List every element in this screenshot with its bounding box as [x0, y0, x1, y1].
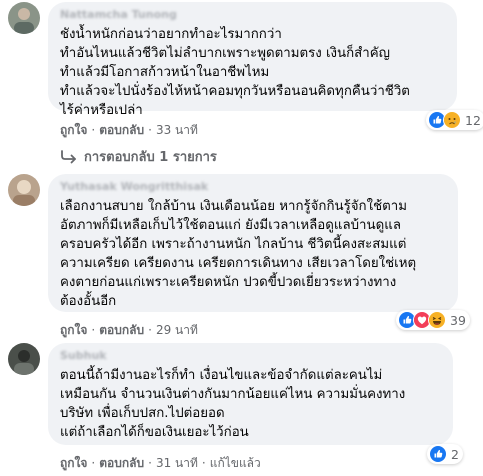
- reaction-count: 39: [450, 312, 466, 328]
- dot-separator: ·: [91, 456, 96, 470]
- like-button[interactable]: ถูกใจ: [60, 455, 87, 471]
- comment-text-line: ตอนนี้ถ้ามีงานอะไรก็ทำ เงื่อนไขและข้อจำก…: [60, 368, 383, 383]
- reply-arrow-icon: [60, 149, 78, 164]
- dot-separator: ·: [91, 323, 96, 337]
- avatar[interactable]: [8, 343, 40, 375]
- like-button[interactable]: ถูกใจ: [60, 322, 87, 338]
- avatar[interactable]: [8, 174, 40, 206]
- haha-reaction-icon: [428, 311, 446, 329]
- comment-text-line: ต้องอั้นอีก: [60, 294, 117, 309]
- reaction-count: 12: [465, 112, 481, 128]
- sad-reaction-icon: [443, 111, 461, 129]
- comment-author[interactable]: Subhuk: [60, 349, 441, 363]
- edited-label[interactable]: แก้ไขแล้ว: [210, 455, 261, 471]
- comment-actions: ถูกใจ · ตอบกลับ · 31 นาที · แก้ไขแล้ว: [60, 455, 261, 471]
- dot-separator: ·: [148, 123, 152, 137]
- comment-timestamp[interactable]: 33 นาที: [156, 122, 198, 138]
- comment-text-line: บริษัท เพื่อเก็บปสก.ไปต่อยอด: [60, 406, 225, 421]
- comment-author[interactable]: Nattamcha Tunong: [60, 8, 445, 22]
- reaction-badge[interactable]: 39: [396, 310, 470, 330]
- comment-text-line: คงตายก่อนแก่เพราะเครียดหนัก ปวดขี้ปวดเยี…: [60, 275, 397, 290]
- reply-button[interactable]: ตอบกลับ: [99, 455, 144, 471]
- reaction-badge[interactable]: 12: [426, 110, 483, 130]
- comment-text-line: เลือกงานสบาย ใกล้บ้าน เงินเดือนน้อย หากร…: [60, 199, 407, 214]
- comment-bubble: Yuthasak Wongritthisak เลือกงานสบาย ใกล้…: [48, 174, 458, 312]
- comment-text-line: ชังน้ำหนักก่อนว่าอยากทำอะไรมากกว่า: [60, 27, 282, 42]
- comment-timestamp[interactable]: 31 นาที: [156, 455, 198, 471]
- comment-bubble: Nattamcha Tunong ชังน้ำหนักก่อนว่าอยากทำ…: [48, 2, 457, 118]
- comment-text-line: ครอบครัวได้อีก เพราะถ้างานหนัก ไกลบ้าน ช…: [60, 237, 407, 252]
- dot-separator: ·: [148, 323, 152, 337]
- comment-text-line: ไร้ค่าหรือเปล่า: [60, 103, 143, 118]
- dot-separator: ·: [91, 123, 96, 137]
- comment-text-line: อัตภาพก็มีเหลือเก็บไว้ใช้ตอนแก่ ยังมีเวล…: [60, 218, 401, 233]
- reply-button[interactable]: ตอบกลับ: [99, 322, 144, 338]
- view-replies-label: การตอบกลับ 1 รายการ: [84, 150, 217, 165]
- comment-text-line: ความเครียด เครียดงาน เครียดการเดินทาง เส…: [60, 256, 417, 271]
- comment-author[interactable]: Yuthasak Wongritthisak: [60, 180, 446, 194]
- reaction-count: 2: [451, 446, 459, 462]
- dot-separator: ·: [201, 456, 206, 470]
- like-button[interactable]: ถูกใจ: [60, 122, 87, 138]
- comment-text-line: เหมือนกัน จำนวนเงินต่างกันมากน้อยแค่ไหน …: [60, 387, 406, 402]
- comment-text-line: ทำอันไหนแล้วชีวิตไม่ลำบากเพราะพูดตามตรง …: [60, 46, 390, 61]
- dot-separator: ·: [148, 456, 152, 470]
- comment-actions: ถูกใจ · ตอบกลับ · 33 นาที: [60, 122, 198, 138]
- view-replies-link[interactable]: การตอบกลับ 1 รายการ: [60, 146, 217, 167]
- comment-timestamp[interactable]: 29 นาที: [156, 322, 198, 338]
- comment-text-line: ทำแล้วจะไปนั่งร้องไห้หน้าคอมทุกวันหรือนอ…: [60, 84, 410, 99]
- like-reaction-icon: [429, 445, 447, 463]
- comment-text-line: แต่ถ้าเลือกได้ก็ขอเงินเยอะไว้ก่อน: [60, 425, 249, 440]
- avatar[interactable]: [8, 2, 40, 34]
- comment-text-line: ทำแล้วมีโอกาสก้าวหน้าในอาชีพไหม: [60, 65, 270, 80]
- comment-bubble: Subhuk ตอนนี้ถ้ามีงานอะไรก็ทำ เงื่อนไขแล…: [48, 343, 453, 445]
- comment-actions: ถูกใจ · ตอบกลับ · 29 นาที: [60, 322, 198, 338]
- reaction-badge[interactable]: 2: [427, 444, 463, 464]
- reply-button[interactable]: ตอบกลับ: [99, 122, 144, 138]
